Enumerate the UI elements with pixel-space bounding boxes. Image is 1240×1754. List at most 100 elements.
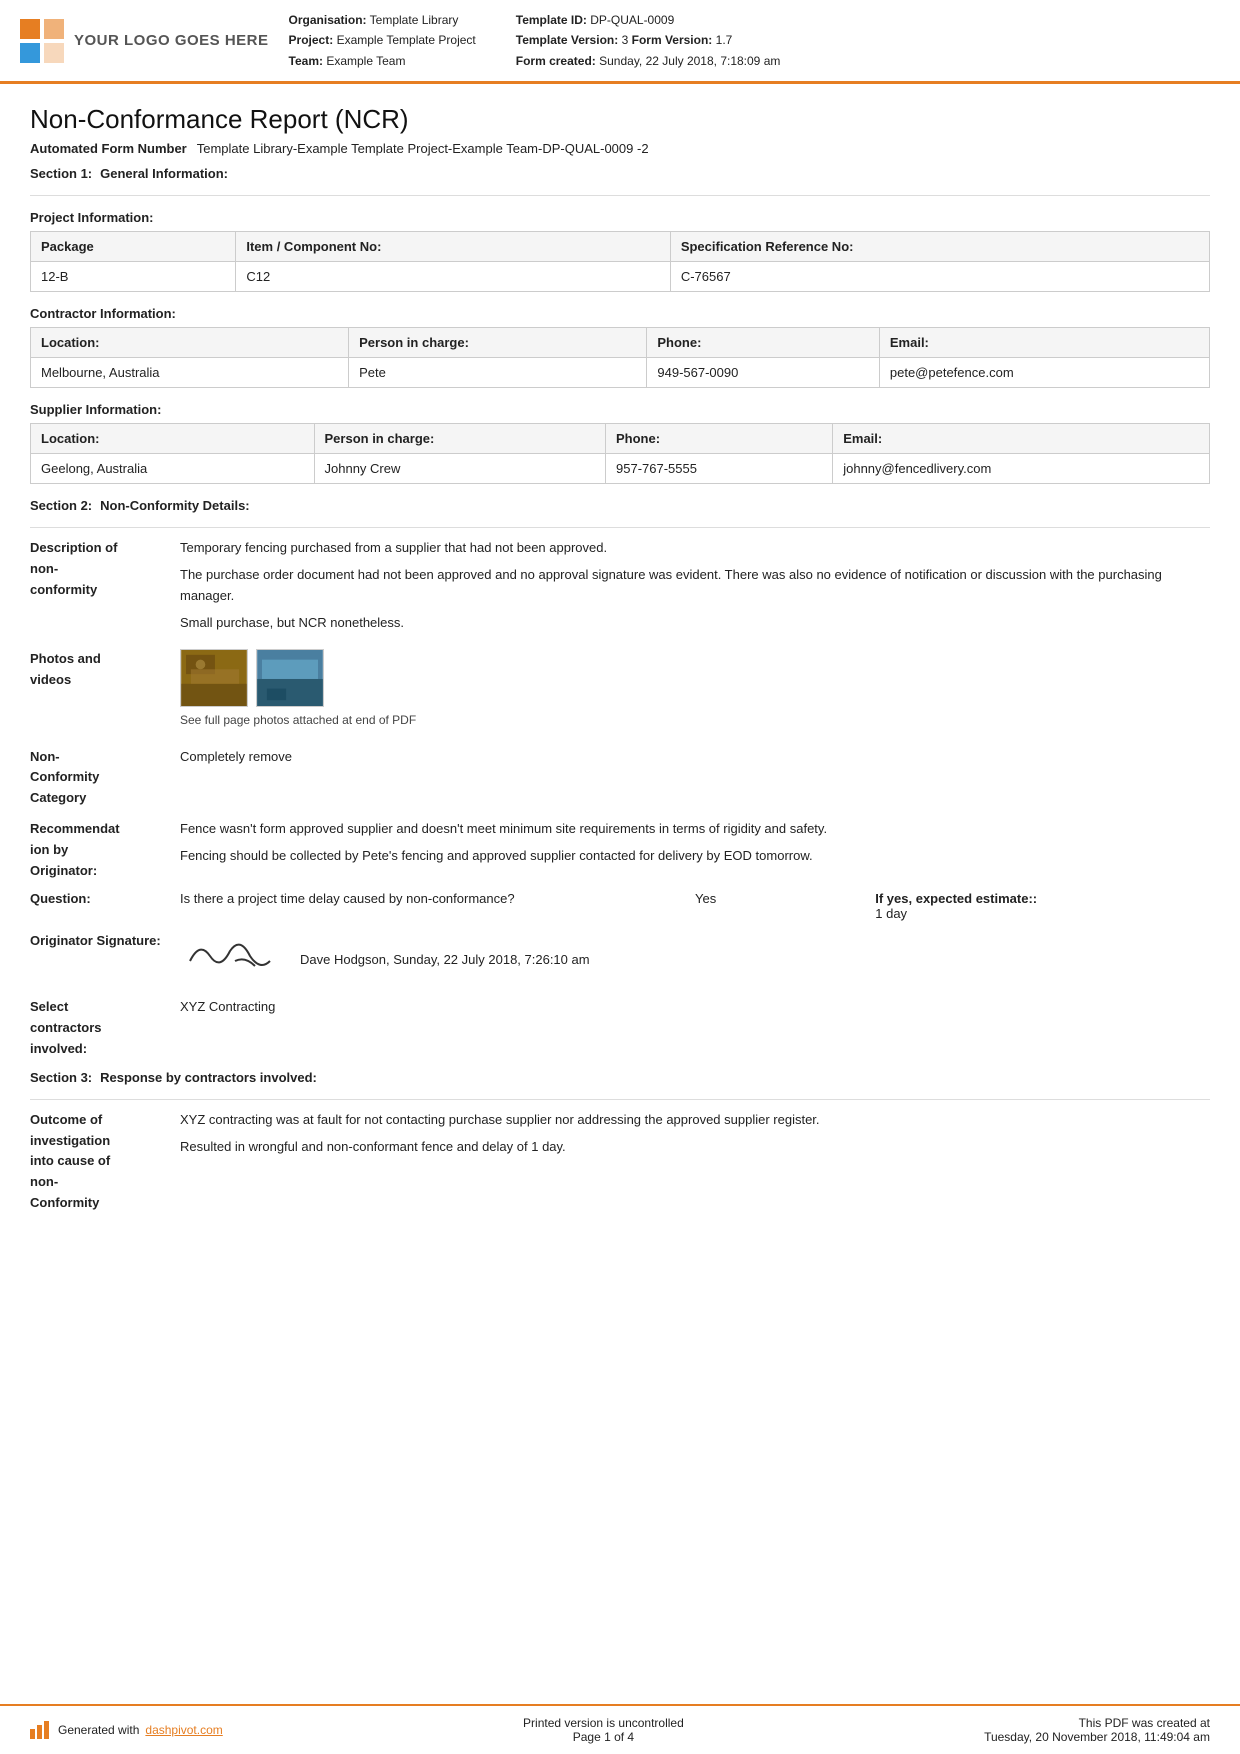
contractor-col-2: Phone:	[647, 328, 880, 358]
project-col-0: Package	[31, 232, 236, 262]
outcome-line-0: XYZ contracting was at fault for not con…	[180, 1110, 1210, 1131]
project-info-thead-row: Package Item / Component No: Specificati…	[31, 232, 1210, 262]
supplier-col-1: Person in charge:	[314, 424, 605, 454]
logo-icon	[20, 19, 64, 63]
project-col-1: Item / Component No:	[236, 232, 670, 262]
contractor-person: Pete	[349, 358, 647, 388]
question-content: Is there a project time delay caused by …	[180, 891, 1210, 921]
photo-svg-2	[257, 650, 323, 706]
description-line-0: Temporary fencing purchased from a suppl…	[180, 538, 1210, 559]
logo-area: YOUR LOGO GOES HERE	[20, 10, 269, 71]
footer-page: Page 1 of 4	[523, 1730, 684, 1744]
project-package: 12-B	[31, 262, 236, 292]
recommendation-label: Recommendation byOriginator:	[30, 819, 180, 881]
supplier-person: Johnny Crew	[314, 454, 605, 484]
description-line-2: Small purchase, but NCR nonetheless.	[180, 613, 1210, 634]
description-label: Description ofnon-conformity	[30, 538, 180, 639]
signature-svg	[180, 931, 280, 981]
project-spec: C-76567	[670, 262, 1209, 292]
footer-right: This PDF was created at Tuesday, 20 Nove…	[984, 1716, 1210, 1744]
footer-left: Generated with dashpivot.com	[30, 1721, 223, 1739]
header: YOUR LOGO GOES HERE Organisation: Templa…	[0, 0, 1240, 84]
header-meta-left: Organisation: Template Library Project: …	[289, 10, 476, 71]
photos-value: See full page photos attached at end of …	[180, 649, 1210, 736]
supplier-thead-row: Location: Person in charge: Phone: Email…	[31, 424, 1210, 454]
outcome-label: Outcome ofinvestigationinto cause ofnon-…	[30, 1110, 180, 1214]
recommendation-value: Fence wasn't form approved supplier and …	[180, 819, 1210, 881]
photos-label: Photos andvideos	[30, 649, 180, 736]
logo-text: YOUR LOGO GOES HERE	[74, 32, 269, 49]
divider1	[30, 195, 1210, 196]
footer-created-label: This PDF was created at	[984, 1716, 1210, 1730]
footer: Generated with dashpivot.com Printed ver…	[0, 1704, 1240, 1754]
signature-detail: Dave Hodgson, Sunday, 22 July 2018, 7:26…	[300, 952, 590, 967]
supplier-info-table: Location: Person in charge: Phone: Email…	[30, 423, 1210, 484]
supplier-email: johnny@fencedlivery.com	[833, 454, 1210, 484]
photo-thumb-1	[180, 649, 248, 707]
project-col-2: Specification Reference No:	[670, 232, 1209, 262]
form-number-value: Template Library-Example Template Projec…	[197, 141, 649, 156]
divider2	[30, 527, 1210, 528]
section2-header: Section 2:Non-Conformity Details:	[30, 498, 1210, 513]
category-label: Non-ConformityCategory	[30, 747, 180, 809]
contractor-email: pete@petefence.com	[879, 358, 1209, 388]
template-version-row: Template Version: 3 Form Version: 1.7	[516, 30, 781, 50]
report-title: Non-Conformance Report (NCR)	[30, 104, 1210, 135]
form-created-row: Form created: Sunday, 22 July 2018, 7:18…	[516, 51, 781, 71]
page: YOUR LOGO GOES HERE Organisation: Templa…	[0, 0, 1240, 1754]
contractor-col-0: Location:	[31, 328, 349, 358]
main-content: Non-Conformance Report (NCR) Automated F…	[0, 84, 1240, 1704]
contractors-row: Selectcontractorsinvolved: XYZ Contracti…	[30, 997, 1210, 1059]
footer-center: Printed version is uncontrolled Page 1 o…	[523, 1716, 684, 1744]
dashpivot-icon	[30, 1721, 52, 1739]
recommendation-line-1: Fencing should be collected by Pete's fe…	[180, 846, 1210, 867]
description-row: Description ofnon-conformity Temporary f…	[30, 538, 1210, 639]
footer-uncontrolled: Printed version is uncontrolled	[523, 1716, 684, 1730]
signature-label: Originator Signature:	[30, 931, 180, 987]
template-id-row: Template ID: DP-QUAL-0009	[516, 10, 781, 30]
contractor-col-1: Person in charge:	[349, 328, 647, 358]
signature-row: Originator Signature: Dave Hodgson, Sund…	[30, 931, 1210, 987]
divider3	[30, 1099, 1210, 1100]
photo-thumb-2	[256, 649, 324, 707]
description-line-1: The purchase order document had not been…	[180, 565, 1210, 607]
header-meta: Organisation: Template Library Project: …	[289, 10, 1220, 71]
contractors-label: Selectcontractorsinvolved:	[30, 997, 180, 1059]
outcome-line-1: Resulted in wrongful and non-conformant …	[180, 1137, 1210, 1158]
estimate-value: 1 day	[875, 906, 907, 921]
supplier-row: Geelong, Australia Johnny Crew 957-767-5…	[31, 454, 1210, 484]
description-value: Temporary fencing purchased from a suppl…	[180, 538, 1210, 639]
project-component: C12	[236, 262, 670, 292]
signature-content: Dave Hodgson, Sunday, 22 July 2018, 7:26…	[180, 931, 590, 987]
question-estimate: If yes, expected estimate:: 1 day	[875, 891, 1210, 921]
photos-row: Photos andvideos	[30, 649, 1210, 736]
section1-header: Section 1:General Information:	[30, 166, 1210, 181]
contractors-value: XYZ Contracting	[180, 997, 1210, 1059]
header-meta-right: Template ID: DP-QUAL-0009 Template Versi…	[516, 10, 781, 71]
supplier-location: Geelong, Australia	[31, 454, 315, 484]
project-info-row: 12-B C12 C-76567	[31, 262, 1210, 292]
outcome-row: Outcome ofinvestigationinto cause ofnon-…	[30, 1110, 1210, 1214]
outcome-value: XYZ contracting was at fault for not con…	[180, 1110, 1210, 1214]
supplier-col-3: Email:	[833, 424, 1210, 454]
contractor-info-table: Location: Person in charge: Phone: Email…	[30, 327, 1210, 388]
photos-thumbnails	[180, 649, 1210, 707]
project-info-table: Package Item / Component No: Specificati…	[30, 231, 1210, 292]
contractor-row: Melbourne, Australia Pete 949-567-0090 p…	[31, 358, 1210, 388]
footer-generated-text: Generated with	[58, 1723, 139, 1737]
signature-image	[180, 931, 280, 987]
contractor-phone: 949-567-0090	[647, 358, 880, 388]
org-row: Organisation: Template Library	[289, 10, 476, 30]
photo-svg-1	[181, 650, 247, 706]
form-number-row: Automated Form Number Template Library-E…	[30, 141, 1210, 156]
footer-link[interactable]: dashpivot.com	[145, 1723, 222, 1737]
category-value: Completely remove	[180, 747, 1210, 809]
question-text: Is there a project time delay caused by …	[180, 891, 695, 921]
question-row: Question: Is there a project time delay …	[30, 891, 1210, 921]
contractor-location: Melbourne, Australia	[31, 358, 349, 388]
project-row: Project: Example Template Project	[289, 30, 476, 50]
category-row: Non-ConformityCategory Completely remove	[30, 747, 1210, 809]
question-label: Question:	[30, 891, 180, 921]
footer-created-date: Tuesday, 20 November 2018, 11:49:04 am	[984, 1730, 1210, 1744]
recommendation-row: Recommendation byOriginator: Fence wasn'…	[30, 819, 1210, 881]
